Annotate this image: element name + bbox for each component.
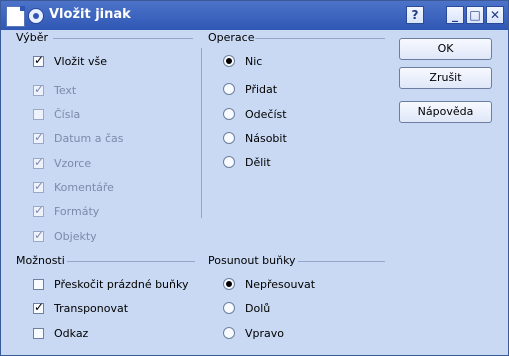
- checkbox-label: Odkaz: [54, 326, 89, 340]
- close-button[interactable]: ✕: [486, 6, 504, 24]
- checkbox-datetime: Datum a čas: [33, 130, 123, 146]
- maximize-button[interactable]: □: [466, 6, 484, 24]
- checkbox-skip-empty[interactable]: Přeskočit prázdné buňky: [33, 276, 189, 292]
- checkbox-box: [33, 82, 44, 96]
- checkbox-box[interactable]: [33, 278, 44, 290]
- radio-button[interactable]: [223, 108, 235, 120]
- checkbox-box[interactable]: [33, 53, 44, 67]
- radio-button[interactable]: [223, 327, 235, 339]
- checkbox-label: Komentáře: [54, 180, 114, 194]
- checkbox-box: [33, 228, 44, 242]
- radio-label: Vpravo: [245, 326, 285, 340]
- checkbox-label: Čísla: [54, 107, 81, 121]
- operations-section-divider: [255, 38, 385, 39]
- checkbox-box: [33, 203, 44, 217]
- checkbox-box[interactable]: [33, 300, 44, 314]
- shift-section-title: Posunout buňky: [208, 254, 296, 267]
- radio-button[interactable]: [223, 83, 235, 95]
- radio-none[interactable]: Nic: [223, 53, 262, 69]
- checkbox-formats: Formáty: [33, 203, 99, 219]
- selection-section-title: Výběr: [16, 31, 49, 44]
- checkbox-objects: Objekty: [33, 228, 97, 244]
- checkbox-comments: Komentáře: [33, 179, 114, 195]
- radio-button[interactable]: [223, 156, 235, 168]
- checkbox-text: Text: [33, 82, 76, 98]
- checkbox-formulas: Vzorce: [33, 155, 91, 171]
- help-button[interactable]: Nápověda: [399, 101, 492, 123]
- radio-label: Nic: [245, 54, 263, 68]
- shift-section-divider: [298, 261, 385, 262]
- radio-button[interactable]: [223, 278, 235, 290]
- radio-label: Odečíst: [245, 107, 287, 121]
- checkbox-label: Vložit vše: [54, 54, 107, 68]
- radio-add[interactable]: Přidat: [223, 81, 277, 97]
- radio-button[interactable]: [223, 302, 235, 314]
- operations-section-title: Operace: [208, 31, 255, 44]
- title-bar[interactable]: Vložit jinak ? _ □ ✕: [1, 1, 508, 30]
- radio-no-shift[interactable]: Nepřesouvat: [223, 276, 315, 292]
- checkbox-label: Formáty: [54, 204, 100, 218]
- checkbox-label: Objekty: [54, 229, 97, 243]
- radio-subtract[interactable]: Odečíst: [223, 106, 287, 122]
- radio-label: Dolů: [245, 301, 271, 315]
- radio-button[interactable]: [223, 132, 235, 144]
- app-menu-icon[interactable]: [28, 8, 44, 24]
- checkbox-label: Přeskočit prázdné buňky: [54, 277, 189, 291]
- document-icon: [6, 6, 25, 27]
- cancel-button[interactable]: Zrušit: [399, 67, 492, 89]
- checkbox-box: [33, 179, 44, 193]
- options-section-divider: [67, 261, 195, 262]
- radio-label: Násobit: [245, 131, 287, 145]
- radio-multiply[interactable]: Násobit: [223, 130, 287, 146]
- options-section-title: Možnosti: [16, 254, 65, 267]
- radio-button[interactable]: [223, 55, 235, 67]
- radio-shift-right[interactable]: Vpravo: [223, 325, 284, 341]
- checkbox-label: Vzorce: [54, 156, 92, 170]
- checkbox-box: [33, 155, 44, 169]
- selection-section-divider: [53, 38, 193, 39]
- checkbox-link[interactable]: Odkaz: [33, 325, 88, 341]
- minimize-button[interactable]: _: [446, 6, 464, 24]
- checkbox-box[interactable]: [33, 327, 44, 339]
- paste-special-dialog: Vložit jinak ? _ □ ✕ Výběr Vložit vše Te…: [0, 0, 509, 356]
- checkbox-box: [33, 108, 44, 120]
- section-vertical-divider: [201, 48, 202, 218]
- help-title-button[interactable]: ?: [406, 6, 424, 24]
- checkbox-transpose[interactable]: Transponovat: [33, 300, 128, 316]
- radio-label: Přidat: [245, 82, 278, 96]
- checkbox-paste-all[interactable]: Vložit vše: [33, 53, 107, 69]
- checkbox-label: Text: [54, 83, 77, 97]
- radio-shift-down[interactable]: Dolů: [223, 300, 270, 316]
- checkbox-label: Datum a čas: [54, 131, 124, 145]
- checkbox-label: Transponovat: [54, 301, 129, 315]
- radio-label: Dělit: [245, 155, 271, 169]
- radio-divide[interactable]: Dělit: [223, 154, 271, 170]
- radio-label: Nepřesouvat: [245, 277, 316, 291]
- window-title: Vložit jinak: [49, 7, 131, 22]
- checkbox-numbers: Čísla: [33, 106, 80, 122]
- checkbox-box: [33, 130, 44, 144]
- ok-button[interactable]: OK: [399, 38, 492, 60]
